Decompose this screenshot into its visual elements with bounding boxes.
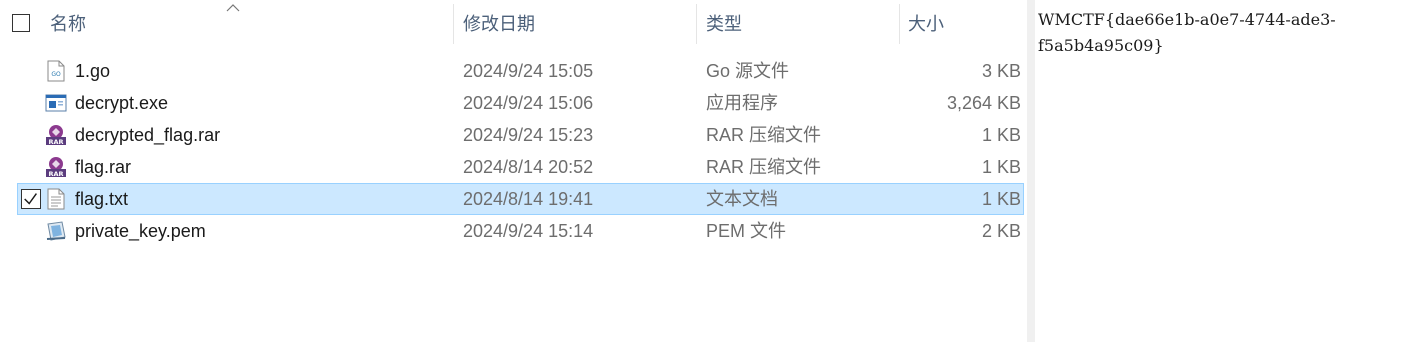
file-name: decrypt.exe: [75, 93, 169, 113]
file-type: RAR 压缩文件: [706, 125, 822, 145]
file-size: 1 KB: [981, 189, 1021, 209]
file-row[interactable]: RAR flag.rar 2024/8/14 20:52 RAR 压缩文件 1 KB: [17, 151, 1024, 183]
file-type: PEM 文件: [706, 221, 787, 241]
file-size: 3,264 KB: [946, 93, 1021, 113]
row-checkbox[interactable]: [21, 189, 41, 209]
go-file-icon: GO: [45, 60, 67, 82]
file-row[interactable]: flag.txt 2024/8/14 19:41 文本文档 1 KB: [17, 183, 1024, 215]
file-type: 应用程序: [706, 93, 778, 113]
file-date: 2024/9/24 15:06: [463, 93, 594, 113]
file-size: 1 KB: [981, 157, 1021, 177]
rar-file-icon: RAR: [45, 124, 67, 146]
preview-text-content: WMCTF{dae66e1b-a0e7-4744-ade3-f5a5b4a95c…: [1038, 10, 1336, 55]
file-list-pane: 名称 修改日期 类型 大小 GO 1.go 2024/9/24 15:05 Go 源文…: [0, 0, 1027, 342]
file-name: private_key.pem: [75, 221, 206, 241]
column-header-size[interactable]: 大小: [908, 0, 1018, 48]
file-name: flag.rar: [75, 157, 132, 177]
file-date: 2024/9/24 15:14: [463, 221, 594, 241]
file-date: 2024/8/14 19:41: [463, 189, 594, 209]
file-name: decrypted_flag.rar: [75, 125, 221, 145]
checkmark-icon: [24, 193, 37, 205]
column-separator[interactable]: [696, 4, 697, 44]
svg-text:RAR: RAR: [48, 170, 63, 178]
file-name: 1.go: [75, 61, 111, 81]
rar-file-icon: RAR: [45, 156, 67, 178]
file-date: 2024/9/24 15:05: [463, 61, 594, 81]
text-file-icon: [45, 188, 67, 210]
column-separator[interactable]: [899, 4, 900, 44]
column-header-type[interactable]: 类型: [706, 0, 896, 48]
column-header-name[interactable]: 名称: [50, 0, 450, 48]
file-row[interactable]: decrypt.exe 2024/9/24 15:06 应用程序 3,264 KB: [17, 87, 1024, 119]
select-all-checkbox[interactable]: [12, 14, 30, 32]
column-header-bar: 名称 修改日期 类型 大小: [0, 0, 1027, 48]
file-type: Go 源文件: [706, 61, 790, 81]
file-date: 2024/8/14 20:52: [463, 157, 594, 177]
file-type: 文本文档: [706, 189, 778, 209]
svg-text:GO: GO: [51, 71, 61, 78]
column-separator[interactable]: [453, 4, 454, 44]
file-size: 2 KB: [981, 221, 1021, 241]
file-row[interactable]: RAR decrypted_flag.rar 2024/9/24 15:23 RAR …: [17, 119, 1024, 151]
file-date: 2024/9/24 15:23: [463, 125, 594, 145]
file-size: 3 KB: [981, 61, 1021, 81]
column-header-date[interactable]: 修改日期: [463, 0, 693, 48]
pem-file-icon: [45, 220, 67, 242]
preview-pane: WMCTF{dae66e1b-a0e7-4744-ade3-f5a5b4a95c…: [1035, 0, 1417, 342]
file-type: RAR 压缩文件: [706, 157, 822, 177]
file-size: 1 KB: [981, 125, 1021, 145]
file-row[interactable]: private_key.pem 2024/9/24 15:14 PEM 文件 2 KB: [17, 215, 1024, 247]
file-name: flag.txt: [75, 189, 129, 209]
svg-text:RAR: RAR: [48, 138, 63, 146]
preview-pane-splitter[interactable]: [1027, 0, 1035, 342]
file-row[interactable]: GO 1.go 2024/9/24 15:05 Go 源文件 3 KB: [17, 55, 1024, 87]
exe-file-icon: [45, 92, 67, 114]
